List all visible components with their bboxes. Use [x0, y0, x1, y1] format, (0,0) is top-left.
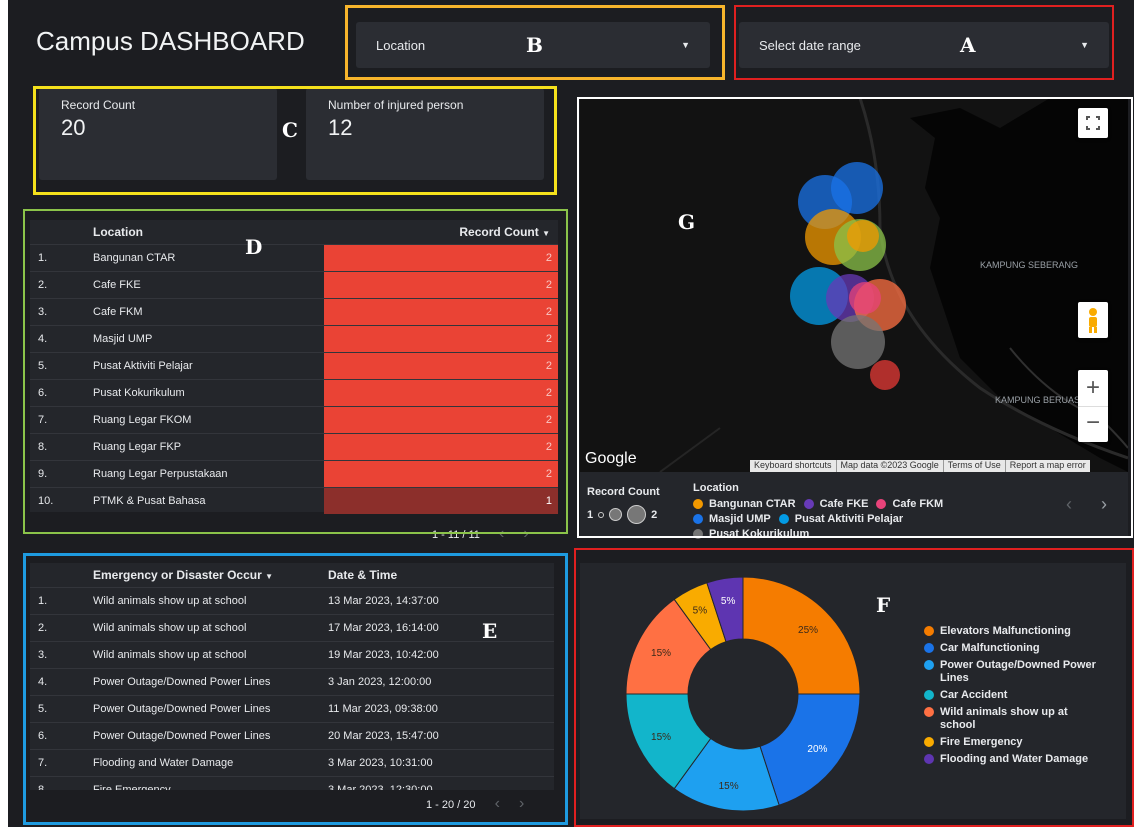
annotation-label-e: E — [482, 619, 498, 643]
annotation-box-g — [577, 97, 1133, 538]
annotation-label-c: C — [282, 118, 298, 142]
page-title: Campus DASHBOARD — [36, 26, 305, 56]
annotation-label-g: G — [678, 210, 696, 234]
annotation-box-d — [23, 209, 568, 534]
annotation-box-a — [734, 5, 1114, 80]
annotation-box-f — [574, 548, 1134, 827]
annotation-label-f: F — [876, 593, 891, 617]
annotation-box-e — [23, 553, 568, 825]
annotation-label-b: B — [526, 33, 543, 57]
annotation-label-d: D — [245, 235, 263, 259]
annotation-label-a: A — [960, 33, 976, 57]
